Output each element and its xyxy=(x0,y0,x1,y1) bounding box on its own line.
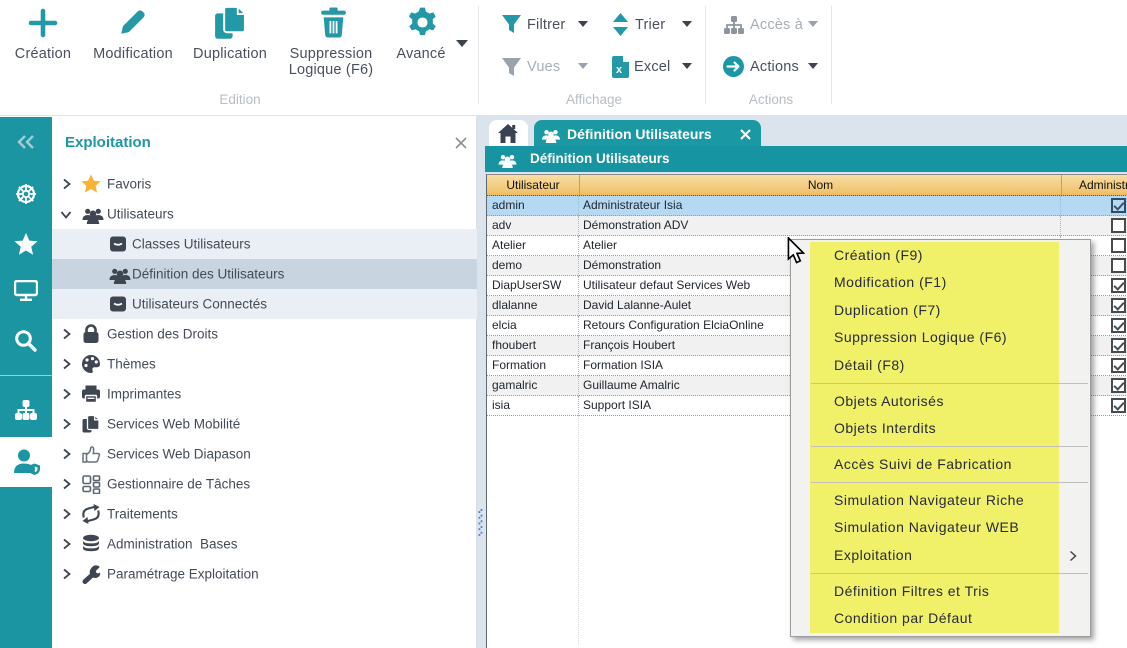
svg-text:x: x xyxy=(616,64,623,76)
